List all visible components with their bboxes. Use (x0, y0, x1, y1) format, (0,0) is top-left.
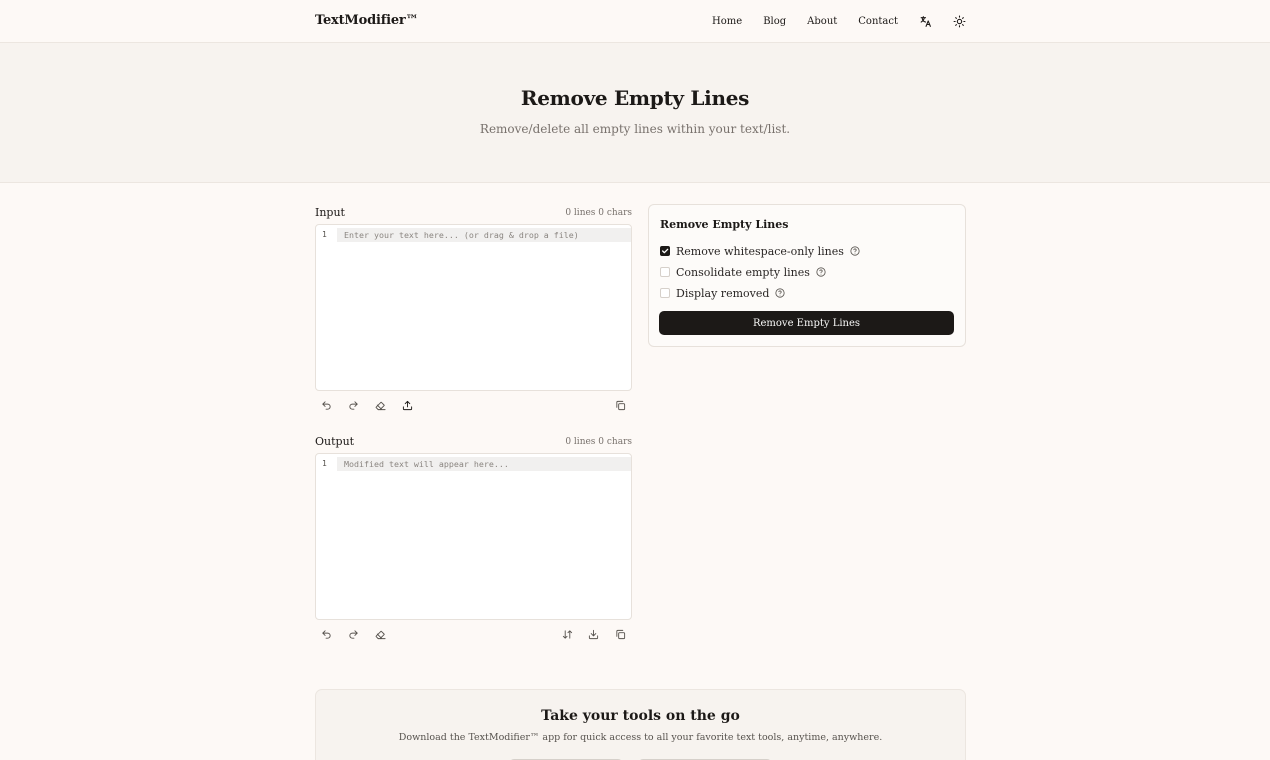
undo-icon[interactable] (319, 627, 333, 641)
download-icon[interactable] (586, 627, 600, 641)
checkbox-unchecked[interactable] (660, 267, 670, 277)
page-title: Remove Empty Lines (520, 86, 750, 110)
line-gutter (316, 225, 337, 390)
output-editor[interactable]: 1 Modified text will appear here... (315, 453, 632, 620)
redo-icon[interactable] (346, 398, 360, 412)
input-label: Input (315, 206, 345, 219)
promo-text: Download the TextModifier™ app for quick… (398, 732, 883, 743)
checkbox-unchecked[interactable] (660, 288, 670, 298)
checkbox-checked[interactable] (660, 246, 670, 256)
sun-icon[interactable] (952, 15, 966, 29)
option-label: Remove whitespace-only lines (676, 244, 844, 258)
line-number: 1 (322, 230, 327, 239)
output-label: Output (315, 435, 355, 448)
help-circle-icon[interactable] (850, 246, 860, 256)
options-card: Remove Empty Lines Remove whitespace-onl… (648, 204, 966, 347)
undo-icon[interactable] (319, 398, 333, 412)
option-label: Display removed (676, 286, 770, 300)
redo-icon[interactable] (346, 627, 360, 641)
help-circle-icon[interactable] (816, 267, 826, 277)
nav-about[interactable]: About (807, 16, 837, 27)
nav-contact[interactable]: Contact (858, 16, 898, 27)
copy-icon[interactable] (613, 398, 627, 412)
output-placeholder: Modified text will appear here... (344, 459, 509, 469)
eraser-icon[interactable] (373, 398, 387, 412)
line-gutter (316, 454, 337, 619)
translate-icon[interactable] (918, 15, 932, 29)
app-promo-section: Take your tools on the go Download the T… (315, 689, 966, 760)
brand-logo[interactable]: TextModifier™ (315, 13, 419, 28)
input-placeholder: Enter your text here... (or drag & drop … (344, 230, 579, 240)
main-nav: Home Blog About Contact (691, 0, 966, 43)
input-editor[interactable]: 1 Enter your text here... (or drag & dro… (315, 224, 632, 391)
line-number: 1 (322, 459, 327, 468)
page-subtitle: Remove/delete all empty lines within you… (479, 122, 791, 136)
nav-blog[interactable]: Blog (763, 16, 786, 27)
copy-icon[interactable] (613, 627, 627, 641)
help-circle-icon[interactable] (775, 288, 785, 298)
remove-empty-lines-button[interactable]: Remove Empty Lines (659, 311, 954, 335)
option-consolidate-empty[interactable]: Consolidate empty lines (660, 265, 826, 279)
option-label: Consolidate empty lines (676, 265, 810, 279)
upload-icon[interactable] (400, 398, 414, 412)
eraser-icon[interactable] (373, 627, 387, 641)
site-header: TextModifier™ Home Blog About Contact (0, 0, 1270, 43)
promo-title: Take your tools on the go (541, 708, 740, 724)
swap-icon[interactable] (560, 627, 574, 641)
option-display-removed[interactable]: Display removed (660, 286, 785, 300)
option-remove-whitespace[interactable]: Remove whitespace-only lines (660, 244, 860, 258)
options-title: Remove Empty Lines (660, 218, 789, 231)
hero-section: Remove Empty Lines Remove/delete all emp… (0, 43, 1270, 183)
nav-home[interactable]: Home (712, 16, 742, 27)
input-stats: 0 lines 0 chars (565, 208, 632, 218)
output-stats: 0 lines 0 chars (565, 437, 632, 447)
